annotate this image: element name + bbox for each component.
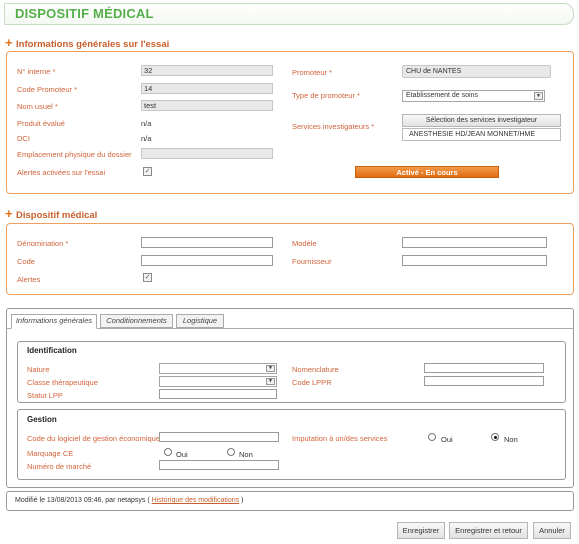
marquage-non-label: Non (239, 450, 253, 459)
type-promoteur-label: Type de promoteur * (292, 91, 360, 100)
expand-plus-icon[interactable]: + (5, 35, 13, 50)
emplacement-label: Emplacement physique du dossier (17, 150, 132, 159)
alertes-essai-checkbox[interactable]: ✓ (143, 167, 152, 176)
alertes-label: Alertes (17, 275, 41, 284)
modified-text: Modifié le 13/08/2013 09:46, par netapsy… (15, 497, 150, 504)
tab-logistique[interactable]: Logistique (176, 314, 224, 328)
imputation-oui-label: Oui (441, 435, 453, 444)
tab-informations-generales[interactable]: Informations générales (11, 314, 97, 329)
promoteur-label: Promoteur * (292, 68, 333, 77)
code-input[interactable] (141, 255, 273, 266)
code-lppr-input[interactable] (424, 376, 544, 386)
imputation-oui-radio[interactable] (428, 433, 436, 441)
identification-title: Identification (27, 346, 77, 355)
history-link[interactable]: Historique des modifications (152, 497, 240, 504)
alertes-checkbox[interactable]: ✓ (143, 273, 152, 282)
tab-conditionnements[interactable]: Conditionnements (100, 314, 173, 328)
modified-info: Modifié le 13/08/2013 09:46, par netapsy… (15, 497, 243, 504)
numero-marche-input[interactable] (159, 460, 279, 470)
marquage-ce-label: Marquage CE (27, 449, 74, 458)
code-logiciel-input[interactable] (159, 432, 279, 442)
section-title-infos: Informations générales sur l'essai (16, 39, 170, 50)
gestion-group (17, 409, 566, 480)
nature-select[interactable]: ▼ (159, 363, 277, 374)
fournisseur-label: Fournisseur (292, 257, 332, 266)
alertes-essai-label: Alertes activées sur l'essai (17, 168, 106, 177)
emplacement-field (141, 148, 273, 159)
nature-label: Nature (27, 365, 50, 374)
expand-plus-icon[interactable]: + (5, 206, 13, 221)
section-title-dispositif: Dispositif médical (16, 210, 98, 221)
numero-interne-field: 32 (141, 65, 273, 76)
marquage-oui-radio[interactable] (164, 448, 172, 456)
imputation-non-radio[interactable] (491, 433, 499, 441)
code-lppr-label: Code LPPR (292, 378, 332, 387)
statut-lpp-label: Statut LPP (27, 391, 63, 400)
code-label: Code (17, 257, 35, 266)
select-services-button[interactable]: Sélection des services investigateur (402, 114, 561, 127)
code-promoteur-field: 14 (141, 83, 273, 94)
statut-lpp-input[interactable] (159, 389, 277, 399)
page-title: DISPOSITIF MÉDICAL (15, 6, 154, 21)
classe-select[interactable]: ▼ (159, 376, 277, 387)
status-button[interactable]: Activé - En cours (355, 166, 499, 178)
dci-value: n/a (141, 134, 152, 143)
produit-evalue-value: n/a (141, 119, 152, 128)
save-button[interactable]: Enregistrer (397, 522, 445, 539)
imputation-label: Imputation à un/des services (292, 434, 388, 443)
marquage-non-radio[interactable] (227, 448, 235, 456)
code-logiciel-label: Code du logiciel de gestion économique (27, 434, 161, 443)
cancel-button[interactable]: Annuler (533, 522, 571, 539)
dci-label: DCI (17, 134, 30, 143)
nomenclature-label: Nomenclature (292, 365, 339, 374)
gestion-title: Gestion (27, 415, 57, 424)
denomination-input[interactable] (141, 237, 273, 248)
promoteur-field: CHU de NANTES (402, 65, 551, 78)
marquage-oui-label: Oui (176, 450, 188, 459)
chevron-down-icon: ▼ (534, 92, 543, 100)
classe-label: Classe thérapeutique (27, 378, 98, 387)
produit-evalue-label: Produit évalué (17, 119, 65, 128)
modele-label: Modèle (292, 239, 317, 248)
nom-usuel-label: Nom usuel * (17, 102, 58, 111)
chevron-down-icon: ▼ (266, 365, 275, 372)
nomenclature-input[interactable] (424, 363, 544, 373)
code-promoteur-label: Code Promoteur * (17, 85, 78, 94)
services-list-item[interactable]: ANESTHESIE HD/JEAN MONNET/HME (402, 128, 561, 141)
save-and-return-button[interactable]: Enregistrer et retour (449, 522, 528, 539)
modified-close: ) (241, 497, 244, 504)
numero-marche-label: Numéro de marché (27, 462, 92, 471)
services-label: Services investigateurs * (292, 122, 375, 131)
numero-interne-label: N° interne * (17, 67, 56, 76)
chevron-down-icon: ▼ (266, 378, 275, 385)
type-promoteur-select[interactable]: Etablissement de soins ▼ (402, 90, 545, 102)
imputation-non-label: Non (504, 435, 518, 444)
modele-input[interactable] (402, 237, 547, 248)
fournisseur-input[interactable] (402, 255, 547, 266)
denomination-label: Dénomination * (17, 239, 69, 248)
nom-usuel-field: test (141, 100, 273, 111)
